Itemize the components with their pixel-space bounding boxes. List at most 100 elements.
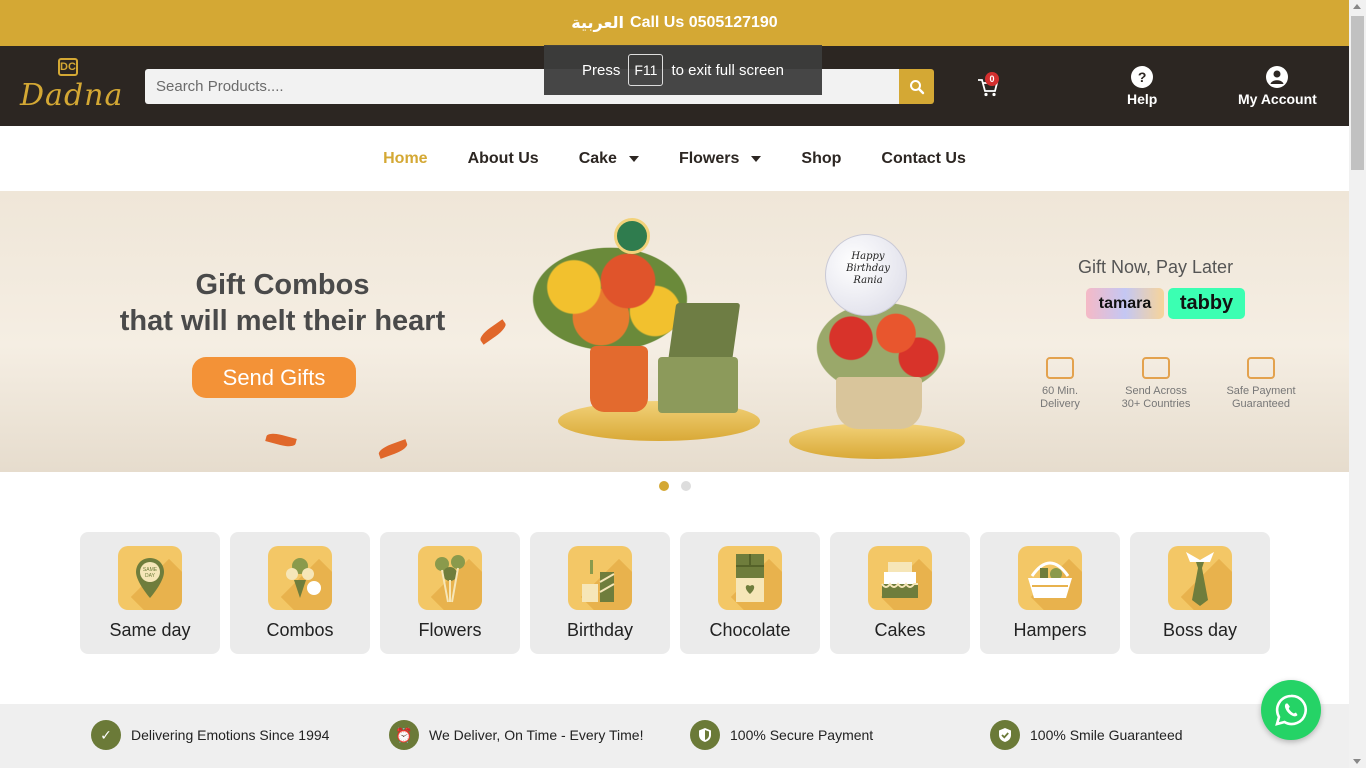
bouquet-tag — [614, 218, 650, 254]
scroll-up-icon[interactable] — [1353, 4, 1361, 9]
trust-label: Delivering Emotions Since 1994 — [131, 727, 330, 743]
flowers-icon — [418, 546, 482, 610]
gift-globe-icon — [1142, 357, 1170, 379]
combos-icon — [268, 546, 332, 610]
nav-home[interactable]: Home — [383, 150, 427, 168]
help-label: Help — [1127, 91, 1158, 107]
chocolate-icon — [718, 546, 782, 610]
nav-shop[interactable]: Shop — [801, 150, 841, 168]
hampers-icon — [1018, 546, 1082, 610]
category-label: Combos — [266, 620, 334, 640]
trust-item-secure: 100% Secure Payment — [690, 720, 873, 750]
birthday-icon — [568, 546, 632, 610]
scrollbar-thumb[interactable] — [1351, 16, 1364, 170]
nav-flowers[interactable]: Flowers — [678, 149, 762, 168]
vase — [590, 346, 648, 412]
carousel-dots — [659, 481, 691, 491]
feature-delivery: 60 Min. Delivery — [1015, 357, 1105, 411]
dadna-logo[interactable]: DC Dadna — [18, 56, 124, 116]
shield-icon — [690, 720, 720, 750]
category-flowers[interactable]: Flowers — [380, 532, 520, 654]
hero-title-line2: that will melt their heart — [119, 305, 446, 337]
fullscreen-press-text: Press — [582, 61, 621, 79]
carousel-dot-1[interactable] — [659, 481, 669, 491]
pay-later-text: Gift Now, Pay Later — [1078, 257, 1234, 277]
category-label: Cakes — [874, 620, 926, 640]
main-nav: Home About Us Cake Flowers Shop Contact … — [0, 126, 1349, 191]
feature-payment-line2: Guaranteed — [1231, 398, 1291, 410]
feature-countries-line1: Send Across — [1125, 385, 1187, 397]
search-icon — [909, 79, 924, 94]
category-cakes[interactable]: Cakes — [830, 532, 970, 654]
trust-item-smile: 100% Smile Guaranteed — [990, 720, 1183, 750]
language-switch-link[interactable]: العربية — [571, 13, 624, 33]
feature-delivery-line1: 60 Min. — [1041, 385, 1079, 397]
help-link[interactable]: ? Help — [1127, 66, 1157, 107]
trust-label: 100% Smile Guaranteed — [1030, 727, 1183, 743]
gift-box-lid — [667, 303, 741, 363]
feature-countries: Send Across 30+ Countries — [1111, 357, 1201, 411]
leaf-decoration — [265, 431, 297, 449]
nav-about-us[interactable]: About Us — [468, 150, 539, 168]
trust-label: 100% Secure Payment — [730, 727, 874, 743]
whatsapp-icon — [1275, 694, 1307, 726]
category-chocolate[interactable]: Chocolate — [680, 532, 820, 654]
nav-flowers-label: Flowers — [678, 149, 740, 167]
feature-payment: Safe Payment Guaranteed — [1216, 357, 1306, 411]
carousel-dot-2[interactable] — [681, 481, 691, 491]
category-boss-day[interactable]: Boss day — [1130, 532, 1270, 654]
my-account-link[interactable]: My Account — [1238, 66, 1317, 107]
category-label: Chocolate — [709, 620, 791, 640]
secure-card-icon — [1247, 357, 1275, 379]
nav-cake[interactable]: Cake — [579, 150, 639, 168]
feature-payment-line1: Safe Payment — [1226, 385, 1296, 397]
shield-check-icon — [990, 720, 1020, 750]
search-button[interactable] — [899, 69, 934, 104]
boss-day-icon — [1168, 546, 1232, 610]
fullscreen-rest-text: to exit full screen — [671, 61, 784, 79]
nav-cake-label: Cake — [578, 149, 617, 167]
delivery-truck-icon — [1046, 357, 1074, 379]
nav-home-label: Home — [383, 149, 428, 167]
category-hampers[interactable]: Hampers — [980, 532, 1120, 654]
whatsapp-button[interactable] — [1261, 680, 1321, 740]
chocolate-gift-box — [658, 357, 738, 413]
user-icon — [1266, 66, 1289, 88]
chevron-down-icon — [628, 155, 639, 162]
send-gifts-button[interactable]: Send Gifts — [192, 357, 356, 398]
category-label: Boss day — [1162, 620, 1238, 640]
flower-basket — [836, 377, 922, 429]
category-label: Birthday — [566, 620, 634, 640]
scroll-down-icon[interactable] — [1353, 759, 1361, 764]
cakes-icon — [868, 546, 932, 610]
nav-contact-us-label: Contact Us — [881, 149, 966, 167]
call-us-link[interactable]: Call Us 0505127190 — [630, 14, 778, 32]
page-scrollbar[interactable] — [1349, 0, 1366, 768]
category-combos[interactable]: Combos — [230, 532, 370, 654]
fullscreen-key: F11 — [628, 54, 664, 86]
fullscreen-notice: Press F11 to exit full screen — [544, 45, 822, 95]
feature-countries-line2: 30+ Countries — [1121, 398, 1191, 410]
category-label: Same day — [109, 620, 191, 640]
category-same-day[interactable]: SAME DAY Same day — [80, 532, 220, 654]
trust-label: We Deliver, On Time - Every Time! — [429, 727, 644, 743]
balloon-text: Happy Birthday Rania — [846, 251, 890, 286]
nav-contact-us[interactable]: Contact Us — [881, 150, 965, 168]
check-icon: ✓ — [91, 720, 121, 750]
cart-count-badge: 0 — [985, 72, 999, 86]
leaf-decoration — [377, 439, 409, 459]
logo-wordmark: Dadna — [20, 78, 124, 113]
category-birthday[interactable]: Birthday — [530, 532, 670, 654]
help-icon: ? — [1131, 66, 1154, 88]
same-day-icon: SAME DAY — [118, 546, 182, 610]
nav-shop-label: Shop — [801, 149, 842, 167]
hero-banner[interactable]: Gift Combos that will melt their heart S… — [0, 191, 1349, 472]
trust-item-on-time: ⏰ We Deliver, On Time - Every Time! — [389, 720, 643, 750]
svg-text:DAY: DAY — [145, 573, 156, 579]
top-bar: العربية Call Us 0505127190 — [0, 0, 1349, 46]
logo-monogram: DC — [58, 58, 78, 76]
tamara-logo: tamara — [1086, 288, 1164, 319]
trust-item-since: ✓ Delivering Emotions Since 1994 — [91, 720, 329, 750]
category-label: Flowers — [418, 620, 482, 640]
category-label: Hampers — [1013, 620, 1087, 640]
